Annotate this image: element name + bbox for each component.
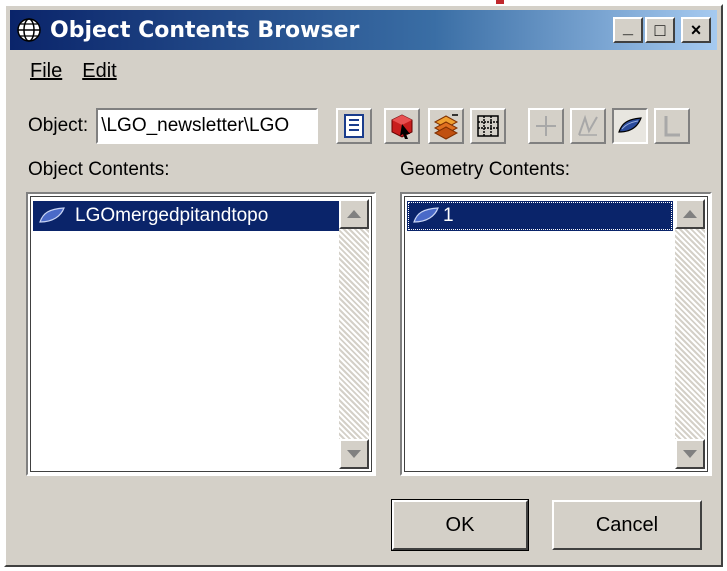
list-item-label: LGOmergedpitandtopo bbox=[75, 205, 269, 226]
ok-button[interactable]: OK bbox=[391, 499, 529, 551]
minimize-icon: _ bbox=[622, 16, 633, 37]
object-contents-label: Object Contents: bbox=[28, 159, 170, 180]
properties-button[interactable] bbox=[336, 108, 372, 144]
menu-bar: File Edit bbox=[30, 60, 117, 83]
title-bar[interactable]: Object Contents Browser _ □ × bbox=[10, 10, 717, 50]
close-button[interactable]: × bbox=[681, 17, 711, 43]
chevron-down-icon bbox=[347, 450, 361, 458]
chevron-down-icon bbox=[683, 450, 697, 458]
pick-object-button[interactable] bbox=[384, 108, 420, 144]
surface-icon bbox=[618, 117, 642, 133]
cancel-button[interactable]: Cancel bbox=[552, 500, 702, 550]
menu-edit[interactable]: Edit bbox=[82, 60, 116, 83]
chevron-up-icon bbox=[347, 210, 361, 218]
line-icon bbox=[664, 116, 680, 137]
geometry-contents-list[interactable]: 1 bbox=[400, 192, 712, 476]
scroll-down-button[interactable] bbox=[339, 439, 369, 469]
geometry-contents-scrollbar[interactable] bbox=[675, 199, 705, 469]
explode-icon bbox=[433, 114, 459, 140]
grid-icon bbox=[477, 115, 499, 137]
list-item[interactable]: 1 bbox=[407, 201, 673, 231]
pick-object-icon bbox=[391, 114, 413, 139]
window-title: Object Contents Browser bbox=[50, 17, 360, 43]
menu-edit-label: Edit bbox=[82, 60, 117, 82]
explode-button[interactable] bbox=[428, 108, 464, 144]
surface-button[interactable] bbox=[612, 108, 648, 144]
object-label: Object: bbox=[28, 115, 89, 136]
globe-icon bbox=[14, 15, 44, 45]
minimize-button[interactable]: _ bbox=[613, 17, 643, 43]
menu-file[interactable]: File bbox=[30, 60, 62, 83]
geometry-contents-label: Geometry Contents: bbox=[400, 159, 571, 180]
menu-file-label: File bbox=[30, 60, 63, 82]
scroll-up-button[interactable] bbox=[339, 199, 369, 229]
properties-icon bbox=[344, 114, 364, 138]
point-icon bbox=[536, 116, 556, 136]
maximize-button[interactable]: □ bbox=[645, 17, 675, 43]
chevron-up-icon bbox=[683, 210, 697, 218]
object-contents-browser-window: Object Contents Browser _ □ × File Edit … bbox=[4, 4, 723, 567]
scroll-down-button[interactable] bbox=[675, 439, 705, 469]
grid-button[interactable] bbox=[470, 108, 506, 144]
object-contents-scrollbar[interactable] bbox=[339, 199, 369, 469]
polyline-icon bbox=[578, 114, 598, 136]
surface-icon bbox=[39, 207, 65, 223]
point-button[interactable] bbox=[528, 108, 564, 144]
list-item-label: 1 bbox=[443, 205, 454, 226]
polyline-button[interactable] bbox=[570, 108, 606, 144]
object-path-field[interactable]: \LGO_newsletter\LGO bbox=[96, 108, 319, 144]
list-item[interactable]: LGOmergedpitandtopo bbox=[33, 201, 339, 231]
maximize-icon: □ bbox=[654, 19, 666, 40]
surface-icon bbox=[413, 207, 439, 223]
line-button[interactable] bbox=[654, 108, 690, 144]
scroll-up-button[interactable] bbox=[675, 199, 705, 229]
object-contents-list[interactable]: LGOmergedpitandtopo bbox=[26, 192, 376, 476]
close-icon: × bbox=[690, 19, 702, 40]
